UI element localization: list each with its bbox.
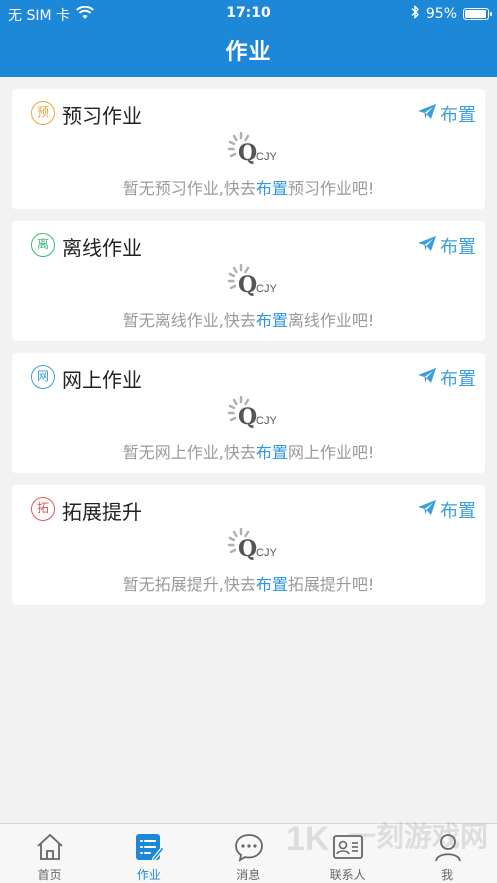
empty-message-prefix: 暂无拓展提升,快去 bbox=[122, 575, 256, 594]
tab-home[interactable]: 首页 bbox=[0, 824, 99, 883]
assign-button[interactable]: 布置 bbox=[418, 101, 476, 127]
category-badge: 网 bbox=[31, 365, 55, 389]
card-title: 预习作业 bbox=[62, 104, 142, 128]
svg-text:Q: Q bbox=[238, 536, 257, 561]
tab-contacts[interactable]: 联系人 bbox=[298, 824, 397, 883]
assign-button[interactable]: 布置 bbox=[418, 365, 476, 391]
empty-message: 暂无拓展提升,快去布置拓展提升吧! bbox=[12, 571, 485, 595]
svg-text:Q: Q bbox=[238, 272, 257, 297]
contacts-icon bbox=[332, 832, 364, 862]
profile-icon bbox=[432, 832, 464, 862]
empty-message: 暂无预习作业,快去布置预习作业吧! bbox=[12, 175, 485, 199]
homework-card-list: 预 预习作业 布置 Q CJY 暂无预习作业,快去布置预习作业吧! 离 离线作业… bbox=[12, 89, 485, 617]
homework-icon bbox=[133, 832, 166, 862]
paper-plane-icon bbox=[418, 103, 436, 125]
svg-text:CJY: CJY bbox=[256, 547, 277, 559]
assign-label: 布置 bbox=[440, 105, 476, 126]
battery-icon bbox=[463, 8, 492, 20]
cjy-logo: Q CJY bbox=[227, 395, 287, 430]
empty-message: 暂无离线作业,快去布置离线作业吧! bbox=[12, 307, 485, 331]
category-badge: 离 bbox=[31, 233, 55, 257]
assign-label: 布置 bbox=[440, 369, 476, 390]
tab-homework[interactable]: 作业 bbox=[99, 824, 198, 883]
tab-label: 首页 bbox=[37, 868, 62, 882]
empty-message-prefix: 暂无预习作业,快去 bbox=[122, 179, 256, 198]
card-title: 拓展提升 bbox=[62, 500, 142, 524]
svg-text:CJY: CJY bbox=[256, 151, 277, 163]
assign-button[interactable]: 布置 bbox=[418, 233, 476, 259]
svg-text:Q: Q bbox=[238, 404, 257, 429]
tab-me[interactable]: 我 bbox=[398, 824, 497, 883]
card-title: 网上作业 bbox=[62, 368, 142, 392]
homework-card-offline: 离 离线作业 布置 Q CJY 暂无离线作业,快去布置离线作业吧! bbox=[12, 221, 485, 341]
paper-plane-icon bbox=[418, 235, 436, 257]
empty-message: 暂无网上作业,快去布置网上作业吧! bbox=[12, 439, 485, 463]
tab-label: 作业 bbox=[136, 868, 161, 882]
cjy-logo: Q CJY bbox=[227, 263, 287, 298]
homework-card-online: 网 网上作业 布置 Q CJY 暂无网上作业,快去布置网上作业吧! bbox=[12, 353, 485, 473]
cjy-logo: Q CJY bbox=[227, 527, 287, 562]
empty-message-prefix: 暂无离线作业,快去 bbox=[122, 311, 256, 330]
empty-message-suffix: 网上作业吧! bbox=[287, 443, 375, 462]
assign-button[interactable]: 布置 bbox=[418, 497, 476, 523]
empty-message-suffix: 离线作业吧! bbox=[287, 311, 375, 330]
assign-link[interactable]: 布置 bbox=[256, 311, 288, 330]
app-header: 无 SIM 卡 17:10 95% 作业 bbox=[0, 0, 497, 77]
battery-percent: 95% bbox=[425, 6, 457, 22]
page-title: 作业 bbox=[225, 40, 272, 65]
empty-message-suffix: 拓展提升吧! bbox=[287, 575, 375, 594]
message-icon bbox=[233, 832, 265, 862]
homework-card-extension: 拓 拓展提升 布置 Q CJY 暂无拓展提升,快去布置拓展提升吧! bbox=[12, 485, 485, 605]
tab-messages[interactable]: 消息 bbox=[199, 824, 298, 883]
empty-message-suffix: 预习作业吧! bbox=[287, 179, 375, 198]
assign-link[interactable]: 布置 bbox=[256, 443, 288, 462]
cjy-logo: Q CJY bbox=[227, 131, 287, 166]
tab-bar: 首页 作业 消息 联系人 我 bbox=[0, 823, 497, 883]
tab-label: 联系人 bbox=[329, 868, 366, 882]
assign-link[interactable]: 布置 bbox=[256, 575, 288, 594]
category-badge: 预 bbox=[31, 101, 55, 125]
card-title: 离线作业 bbox=[62, 236, 142, 260]
svg-text:Q: Q bbox=[238, 140, 257, 165]
assign-label: 布置 bbox=[440, 237, 476, 258]
battery-level bbox=[465, 10, 486, 18]
status-bar: 无 SIM 卡 17:10 95% bbox=[0, 0, 497, 26]
tab-label: 消息 bbox=[236, 868, 261, 882]
svg-text:CJY: CJY bbox=[256, 415, 277, 427]
assign-link[interactable]: 布置 bbox=[256, 179, 288, 198]
svg-text:CJY: CJY bbox=[256, 283, 277, 295]
empty-message-prefix: 暂无网上作业,快去 bbox=[122, 443, 256, 462]
paper-plane-icon bbox=[418, 367, 436, 389]
home-icon bbox=[34, 832, 66, 862]
assign-label: 布置 bbox=[440, 501, 476, 522]
category-badge: 拓 bbox=[31, 497, 55, 521]
paper-plane-icon bbox=[418, 499, 436, 521]
homework-card-preview: 预 预习作业 布置 Q CJY 暂无预习作业,快去布置预习作业吧! bbox=[12, 89, 485, 209]
bluetooth-icon bbox=[410, 4, 420, 23]
tab-label: 我 bbox=[441, 868, 454, 882]
